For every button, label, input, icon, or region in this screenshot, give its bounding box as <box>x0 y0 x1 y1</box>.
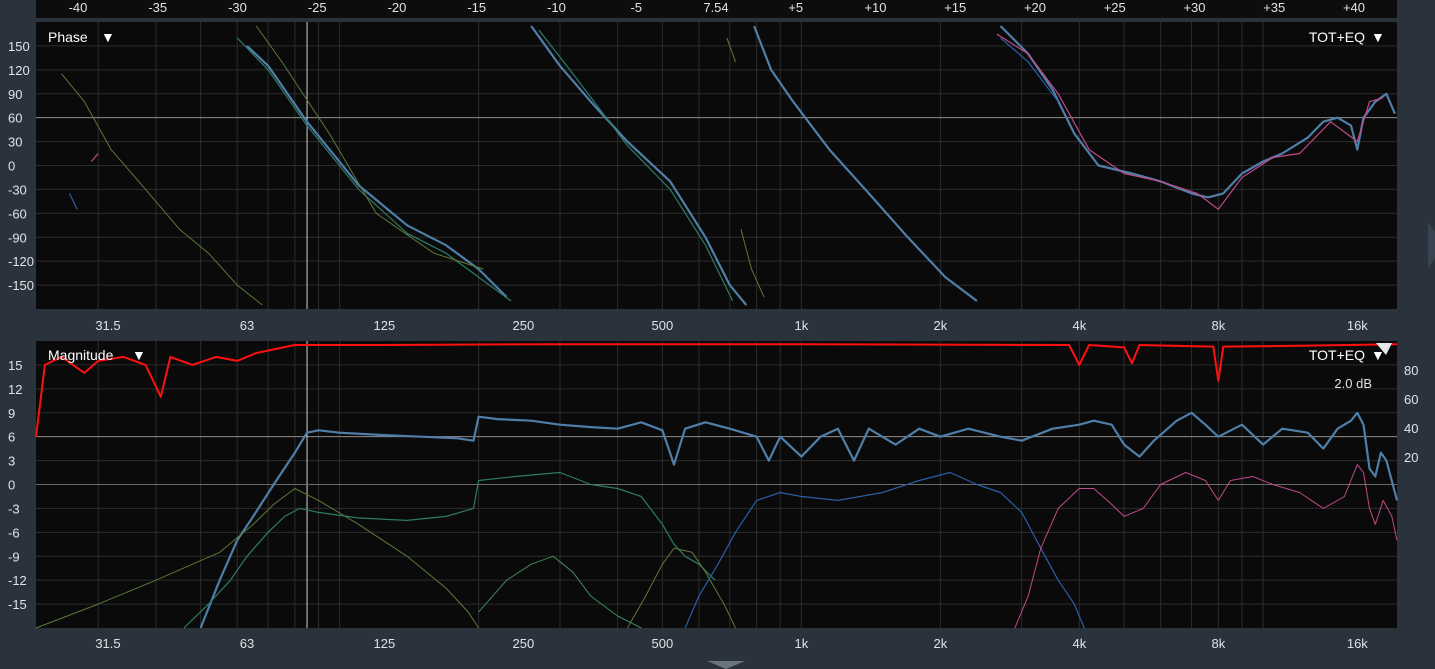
top-scale-label: +35 <box>1263 0 1285 15</box>
x-tick-label: 2k <box>933 636 947 651</box>
top-scale-label: -20 <box>388 0 407 15</box>
top-scale-label: -30 <box>228 0 247 15</box>
y-tick-label: 3 <box>8 454 15 469</box>
y-tick-label: 15 <box>8 358 22 373</box>
x-tick-label: 4k <box>1072 318 1086 333</box>
top-scale-label: +10 <box>864 0 886 15</box>
bottom-collapse-handle[interactable] <box>707 661 745 669</box>
top-scale-label: -40 <box>69 0 88 15</box>
top-scale-label: +40 <box>1343 0 1365 15</box>
top-scale-label: +20 <box>1024 0 1046 15</box>
y-tick-label: 90 <box>8 87 22 102</box>
x-tick-label: 1k <box>794 318 808 333</box>
y-tick-label: -3 <box>8 501 20 516</box>
top-scale-label: -10 <box>547 0 566 15</box>
y-tick-label: -90 <box>8 230 27 245</box>
magnitude-range-readout: 2.0 dB <box>1334 376 1372 391</box>
y-tick-label: -6 <box>8 525 20 540</box>
x-tick-label: 1k <box>794 636 808 651</box>
x-tick-label: 16k <box>1347 636 1368 651</box>
y-tick-label: -60 <box>8 206 27 221</box>
y-tick-label: 150 <box>8 39 30 54</box>
y2-tick-label: 60 <box>1404 392 1418 407</box>
y-tick-label: 0 <box>8 478 15 493</box>
y-tick-label: 9 <box>8 406 15 421</box>
x-tick-label: 31.5 <box>95 318 120 333</box>
y-tick-label: 60 <box>8 111 22 126</box>
x-tick-label: 500 <box>652 636 674 651</box>
top-scale-label: +25 <box>1104 0 1126 15</box>
top-scale-label: -25 <box>308 0 327 15</box>
side-collapse-handle[interactable] <box>1428 222 1435 268</box>
x-tick-label: 4k <box>1072 636 1086 651</box>
top-scale-label: +15 <box>944 0 966 15</box>
x-tick-label: 2k <box>933 318 947 333</box>
top-scale-label: -5 <box>630 0 642 15</box>
top-scale-label: -35 <box>148 0 167 15</box>
phase-mode-selector[interactable]: TOT+EQ <box>1309 29 1365 45</box>
x-tick-label: 31.5 <box>95 636 120 651</box>
magnitude-dropdown-icon[interactable]: ▼ <box>132 347 146 363</box>
y-tick-label: -9 <box>8 549 20 564</box>
x-tick-label: 125 <box>374 636 396 651</box>
x-tick-label: 63 <box>240 318 254 333</box>
y-tick-label: 6 <box>8 430 15 445</box>
y-tick-label: 0 <box>8 159 15 174</box>
y-tick-label: -15 <box>8 597 27 612</box>
y-tick-label: -30 <box>8 182 27 197</box>
y2-tick-label: 80 <box>1404 363 1418 378</box>
top-scale-label: -15 <box>467 0 486 15</box>
y-tick-label: 12 <box>8 382 22 397</box>
top-scale-label: 7.54 <box>703 0 728 15</box>
magnitude-title[interactable]: Magnitude <box>48 347 114 363</box>
top-scale-label: +30 <box>1183 0 1205 15</box>
phase-dropdown-icon[interactable]: ▼ <box>101 29 115 45</box>
x-tick-label: 250 <box>513 636 535 651</box>
y2-tick-label: 40 <box>1404 421 1418 436</box>
y2-tick-label: 20 <box>1404 450 1418 465</box>
x-tick-label: 8k <box>1211 636 1225 651</box>
x-tick-label: 125 <box>374 318 396 333</box>
x-tick-label: 16k <box>1347 318 1368 333</box>
y-tick-label: 30 <box>8 135 22 150</box>
analyzer-plot: -40 -35 -30 -25 -20 -15 -10 -5 7.54 +5 +10 +15 +20 +2… <box>8 0 1435 669</box>
x-tick-label: 8k <box>1211 318 1225 333</box>
magnitude-mode-selector[interactable]: TOT+EQ <box>1309 347 1365 363</box>
top-scale-label: +5 <box>788 0 803 15</box>
y-tick-label: -150 <box>8 278 34 293</box>
x-tick-label: 500 <box>652 318 674 333</box>
x-tick-label: 250 <box>513 318 535 333</box>
y-tick-label: -120 <box>8 254 34 269</box>
y-tick-label: 120 <box>8 63 30 78</box>
phase-title[interactable]: Phase <box>48 29 88 45</box>
x-tick-label: 63 <box>240 636 254 651</box>
y-tick-label: -12 <box>8 573 27 588</box>
phase-mode-dropdown-icon[interactable]: ▼ <box>1371 29 1385 45</box>
